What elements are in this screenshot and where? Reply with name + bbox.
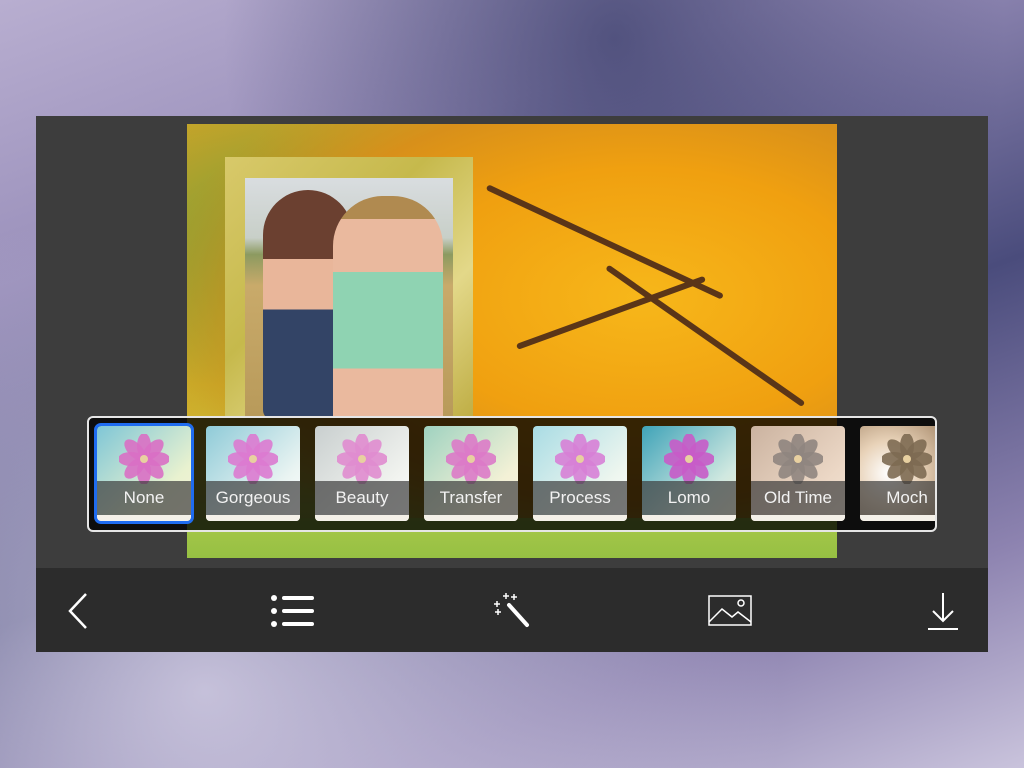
magic-wand-icon xyxy=(494,593,529,627)
filter-none[interactable]: None xyxy=(94,423,194,524)
thumb-base xyxy=(860,515,935,521)
flower-icon xyxy=(228,434,278,484)
filter-process[interactable]: Process xyxy=(533,426,627,521)
list-button[interactable] xyxy=(268,586,318,636)
back-button[interactable] xyxy=(54,586,104,636)
filter-label: Lomo xyxy=(642,481,736,515)
filter-label: Old Time xyxy=(751,481,845,515)
image-icon xyxy=(708,595,752,626)
thumb-base xyxy=(533,515,627,521)
filter-label: Moch xyxy=(860,481,935,515)
save-button[interactable] xyxy=(918,586,968,636)
filter-beauty[interactable]: Beauty xyxy=(315,426,409,521)
thumb-base xyxy=(642,515,736,521)
filter-gorgeous[interactable]: Gorgeous xyxy=(206,426,300,521)
flower-icon xyxy=(882,434,932,484)
couple-photo xyxy=(245,178,453,417)
list-icon xyxy=(271,595,314,627)
filter-transfer[interactable]: Transfer xyxy=(424,426,518,521)
flower-icon xyxy=(337,434,387,484)
editor-panel: None Gorgeous Beauty Transfer Process Lomo Old… xyxy=(36,116,988,652)
bottom-toolbar xyxy=(36,568,988,652)
background-button[interactable] xyxy=(705,586,755,636)
flower-icon xyxy=(555,434,605,484)
flower-icon xyxy=(446,434,496,484)
filter-label: Process xyxy=(533,481,627,515)
effects-button[interactable] xyxy=(486,586,536,636)
filter-strip[interactable]: None Gorgeous Beauty Transfer Process Lomo Old… xyxy=(87,416,937,532)
back-icon xyxy=(68,593,87,629)
filter-label: None xyxy=(97,481,191,515)
download-icon xyxy=(928,593,958,630)
thumb-base xyxy=(97,515,191,521)
filter-lomo[interactable]: Lomo xyxy=(642,426,736,521)
person xyxy=(333,196,443,417)
filter-label: Transfer xyxy=(424,481,518,515)
flower-icon xyxy=(773,434,823,484)
thumb-base xyxy=(206,515,300,521)
filter-label: Gorgeous xyxy=(206,481,300,515)
filter-label: Beauty xyxy=(315,481,409,515)
flower-icon xyxy=(664,434,714,484)
flower-icon xyxy=(119,434,169,484)
thumb-base xyxy=(424,515,518,521)
thumb-base xyxy=(315,515,409,521)
filter-old-time[interactable]: Old Time xyxy=(751,426,845,521)
thumb-base xyxy=(751,515,845,521)
filter-moch[interactable]: Moch xyxy=(860,426,935,521)
photo-frame[interactable] xyxy=(225,157,473,417)
